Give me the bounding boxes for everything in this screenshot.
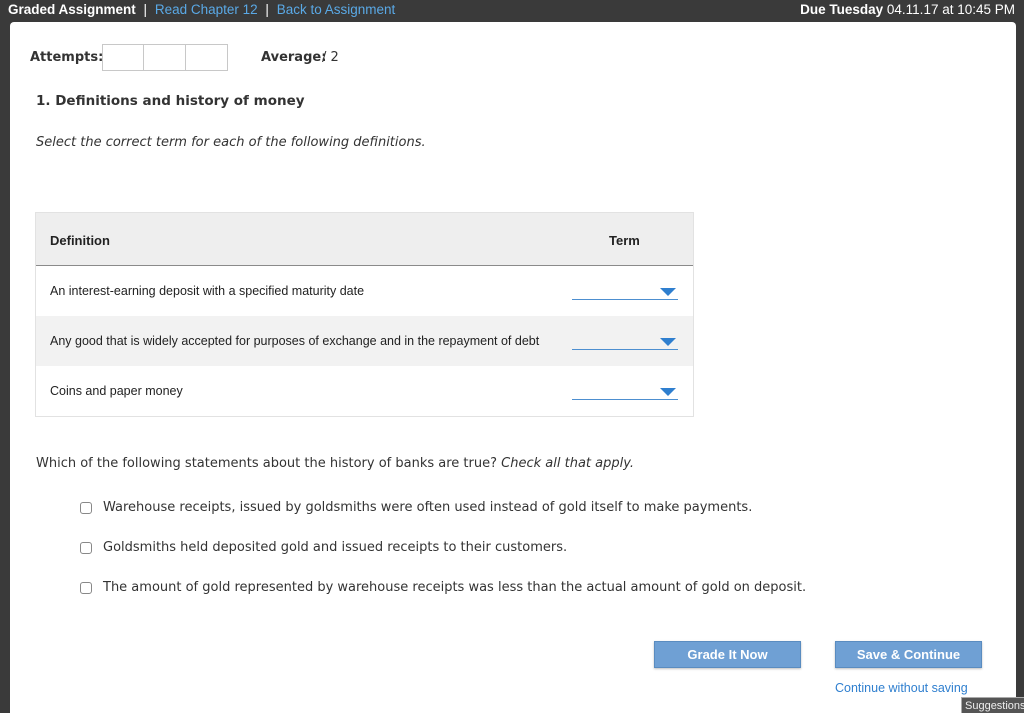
- question-instructions: Select the correct term for each of the …: [36, 135, 426, 150]
- option-checkbox[interactable]: [80, 501, 92, 514]
- table-row: Any good that is widely accepted for pur…: [36, 316, 693, 366]
- attempts-boxes: [102, 44, 228, 71]
- question-title: 1. Definitions and history of money: [36, 93, 305, 109]
- definition-column-header: Definition: [50, 233, 110, 248]
- option-row[interactable]: The amount of gold represented by wareho…: [80, 580, 806, 595]
- table-row: An interest-earning deposit with a speci…: [36, 266, 693, 316]
- caret-down-icon: [660, 338, 676, 346]
- option-label: The amount of gold represented by wareho…: [103, 580, 807, 595]
- term-dropdown[interactable]: [572, 384, 678, 400]
- definition-text: Any good that is widely accepted for pur…: [50, 334, 540, 348]
- suggestions-button[interactable]: Suggestions: [961, 697, 1024, 713]
- attempt-box: [186, 44, 228, 71]
- read-chapter-link[interactable]: Read Chapter 12: [155, 2, 258, 17]
- save-continue-button[interactable]: Save & Continue: [835, 641, 982, 668]
- due-datetime: 04.11.17 at 10:45 PM: [886, 2, 1015, 17]
- top-bar: Graded Assignment | Read Chapter 12 | Ba…: [0, 0, 1024, 22]
- assignment-title: Graded Assignment: [8, 2, 136, 17]
- option-label: Warehouse receipts, issued by goldsmiths…: [103, 500, 753, 515]
- option-row[interactable]: Warehouse receipts, issued by goldsmiths…: [80, 500, 752, 515]
- back-to-assignment-link[interactable]: Back to Assignment: [277, 2, 396, 17]
- attempts-label: Attempts:: [30, 50, 104, 65]
- option-row[interactable]: Goldsmiths held deposited gold and issue…: [80, 540, 567, 555]
- option-checkbox[interactable]: [80, 541, 92, 554]
- question-panel: Attempts: Average: / 2 1. Definitions an…: [10, 22, 1016, 713]
- history-question-hint: Check all that apply.: [501, 456, 635, 471]
- average-value: / 2: [322, 50, 339, 65]
- attempt-box: [144, 44, 186, 71]
- average-label: Average:: [261, 50, 327, 65]
- term-column-header: Term: [609, 233, 640, 248]
- term-dropdown[interactable]: [572, 284, 678, 300]
- history-question-prompt: Which of the following statements about …: [36, 456, 634, 471]
- definitions-table: Definition Term An interest-earning depo…: [35, 212, 694, 417]
- caret-down-icon: [660, 288, 676, 296]
- due-date: Due Tuesday 04.11.17 at 10:45 PM: [800, 0, 1015, 20]
- nav-separator: |: [143, 2, 148, 17]
- assignment-nav: Graded Assignment | Read Chapter 12 | Ba…: [8, 0, 395, 20]
- caret-down-icon: [660, 388, 676, 396]
- option-label: Goldsmiths held deposited gold and issue…: [103, 540, 568, 555]
- nav-separator: |: [265, 2, 269, 17]
- attempt-box: [102, 44, 144, 71]
- option-checkbox[interactable]: [80, 581, 92, 594]
- term-dropdown[interactable]: [572, 334, 678, 350]
- definition-text: Coins and paper money: [50, 384, 183, 398]
- table-row: Coins and paper money: [36, 366, 693, 416]
- grade-it-now-button[interactable]: Grade It Now: [654, 641, 801, 668]
- history-question-text: Which of the following statements about …: [36, 456, 498, 471]
- continue-without-saving-link[interactable]: Continue without saving: [835, 681, 968, 695]
- table-header: Definition Term: [36, 213, 693, 266]
- definition-text: An interest-earning deposit with a speci…: [50, 284, 365, 298]
- due-day: Due Tuesday: [800, 2, 884, 17]
